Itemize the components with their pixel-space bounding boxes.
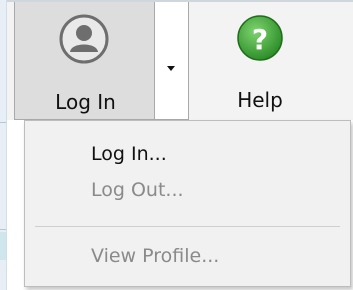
- panel-gridline: [0, 122, 6, 123]
- background-panel-edge: [0, 0, 7, 290]
- menu-item-log-in[interactable]: Log In...: [25, 137, 350, 173]
- menu-item-label: View Profile...: [91, 245, 220, 267]
- user-avatar-icon: [59, 14, 109, 64]
- menu-separator: [35, 226, 340, 227]
- login-dropdown-button[interactable]: [155, 2, 189, 120]
- login-dropdown-menu: Log In... Log Out... View Profile...: [24, 120, 351, 287]
- login-button-label: Log In: [55, 90, 116, 114]
- menu-item-label: Log In...: [91, 143, 167, 165]
- chevron-down-icon: [167, 66, 175, 71]
- help-button-label: Help: [237, 88, 283, 112]
- panel-highlight-band: [0, 232, 6, 260]
- help-circle-icon: ?: [237, 15, 283, 61]
- menu-item-log-out: Log Out...: [25, 173, 350, 209]
- menu-item-label: Log Out...: [91, 179, 184, 201]
- menu-item-view-profile: View Profile...: [25, 239, 350, 275]
- panel-gridline: [0, 229, 6, 230]
- login-split-button[interactable]: Log In: [14, 2, 155, 120]
- svg-text:?: ?: [252, 23, 268, 56]
